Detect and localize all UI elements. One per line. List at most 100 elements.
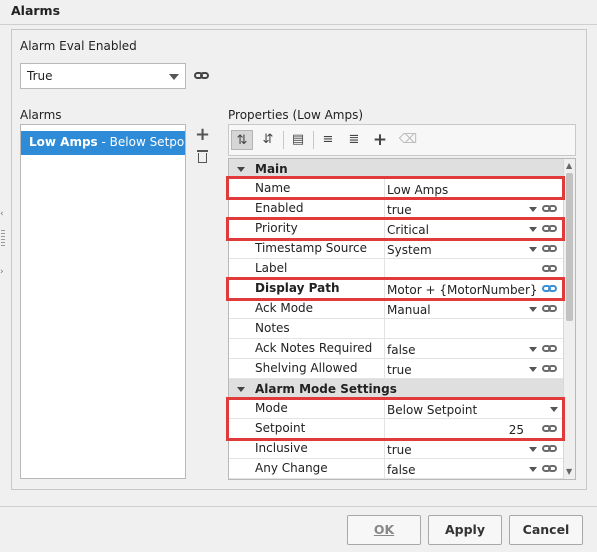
- dialog-title: Alarms: [11, 3, 61, 18]
- prop-label: Label: [255, 261, 288, 275]
- prop-label: Mode: [255, 401, 288, 415]
- prop-value: true: [387, 363, 412, 377]
- chevron-right-icon[interactable]: ›: [0, 268, 4, 277]
- title-divider: [0, 24, 597, 25]
- left-collapse-handle[interactable]: ‹ ›: [0, 200, 8, 280]
- link-binding-icon[interactable]: [542, 204, 558, 214]
- grip-icon[interactable]: [1, 230, 5, 246]
- prop-row-enabled[interactable]: Enabled true: [229, 199, 564, 219]
- chevron-down-icon[interactable]: [529, 247, 537, 252]
- prop-label: Display Path: [255, 281, 340, 295]
- prop-row-label[interactable]: Label: [229, 259, 564, 279]
- prop-row-inclusive[interactable]: Inclusive true: [229, 439, 564, 459]
- link-binding-icon[interactable]: [542, 424, 558, 434]
- apply-button[interactable]: Apply: [428, 515, 502, 545]
- link-binding-icon[interactable]: [542, 304, 558, 314]
- eval-enabled-label: Alarm Eval Enabled: [20, 39, 137, 53]
- section-title: Main: [255, 162, 288, 176]
- prop-row-shelving-allowed[interactable]: Shelving Allowed true: [229, 359, 564, 379]
- prop-value-cell[interactable]: Motor + {MotorNumber}: [384, 279, 564, 298]
- scroll-up-icon[interactable]: ▲: [566, 162, 572, 170]
- prop-row-setpoint[interactable]: Setpoint 25: [229, 419, 564, 439]
- ok-button[interactable]: OK: [347, 515, 421, 545]
- properties-scrollbar[interactable]: ▲ ▼: [563, 159, 575, 479]
- prop-row-ack-notes-required[interactable]: Ack Notes Required false: [229, 339, 564, 359]
- link-binding-icon[interactable]: [194, 71, 210, 81]
- chevron-down-icon[interactable]: [529, 307, 537, 312]
- prop-label: Setpoint: [255, 421, 306, 435]
- prop-row-notes[interactable]: Notes: [229, 319, 564, 339]
- link-binding-icon[interactable]: [542, 364, 558, 374]
- sort-alphabetical-icon[interactable]: ⇵: [257, 130, 279, 150]
- properties-label: Properties (Low Amps): [228, 108, 364, 122]
- prop-row-any-change[interactable]: Any Change false: [229, 459, 564, 479]
- chevron-down-icon[interactable]: [550, 407, 558, 412]
- prop-label: Enabled: [255, 201, 304, 215]
- prop-value-cell[interactable]: Below Setpoint: [384, 399, 564, 418]
- chevron-down-icon[interactable]: [529, 227, 537, 232]
- prop-row-ack-mode[interactable]: Ack Mode Manual: [229, 299, 564, 319]
- prop-row-name[interactable]: Name Low Amps: [229, 179, 564, 199]
- prop-value-cell[interactable]: false: [384, 459, 564, 478]
- chevron-left-icon[interactable]: ‹: [0, 210, 4, 219]
- link-binding-icon[interactable]: [542, 224, 558, 234]
- eval-enabled-select[interactable]: True: [20, 63, 186, 89]
- link-binding-icon[interactable]: [542, 264, 558, 274]
- link-binding-icon[interactable]: [542, 444, 558, 454]
- prop-value-cell[interactable]: Low Amps: [384, 179, 564, 198]
- prop-value-cell[interactable]: true: [384, 359, 564, 378]
- alarm-list[interactable]: Low Amps - Below Setpoint,: [20, 124, 186, 479]
- prop-value-cell[interactable]: false: [384, 339, 564, 358]
- link-binding-icon[interactable]: [542, 344, 558, 354]
- link-binding-icon[interactable]: [542, 284, 558, 294]
- alarm-item-name: Low Amps: [29, 135, 98, 149]
- cancel-button[interactable]: Cancel: [509, 515, 583, 545]
- prop-row-timestamp-source[interactable]: Timestamp Source System: [229, 239, 564, 259]
- sort-categorized-icon[interactable]: ⇅: [231, 130, 253, 150]
- prop-label: Notes: [255, 321, 290, 335]
- chevron-down-icon[interactable]: [529, 347, 537, 352]
- description-toggle-icon[interactable]: ▤: [287, 130, 309, 150]
- prop-value: Below Setpoint: [387, 403, 478, 417]
- prop-value-cell[interactable]: [384, 259, 564, 278]
- prop-value-cell[interactable]: System: [384, 239, 564, 258]
- properties-toolbar: ⇅ ⇵ ▤ ≡ ≣ + ⌫: [228, 124, 576, 156]
- prop-value-cell[interactable]: true: [384, 199, 564, 218]
- add-property-icon[interactable]: +: [369, 130, 391, 150]
- collapse-all-icon[interactable]: ≣: [343, 130, 365, 150]
- prop-value-cell[interactable]: 25: [384, 419, 564, 438]
- link-binding-icon[interactable]: [542, 464, 558, 474]
- prop-value-cell[interactable]: Manual: [384, 299, 564, 318]
- alarm-item-desc: - Below Setpoint,: [101, 135, 186, 149]
- prop-row-display-path[interactable]: Display Path Motor + {MotorNumber}: [229, 279, 564, 299]
- chevron-down-icon[interactable]: [529, 367, 537, 372]
- prop-label: Ack Mode: [255, 301, 314, 315]
- chevron-down-icon[interactable]: [529, 447, 537, 452]
- section-title: Alarm Mode Settings: [255, 382, 397, 396]
- prop-row-priority[interactable]: Priority Critical: [229, 219, 564, 239]
- delete-property-icon[interactable]: ⌫: [397, 130, 419, 150]
- prop-label: Priority: [255, 221, 298, 235]
- scrollbar-thumb[interactable]: [566, 173, 573, 321]
- expand-all-icon[interactable]: ≡: [317, 130, 339, 150]
- prop-value-cell[interactable]: true: [384, 439, 564, 458]
- section-main[interactable]: Main: [229, 159, 564, 179]
- chevron-down-icon[interactable]: [529, 207, 537, 212]
- delete-alarm-button[interactable]: [197, 150, 208, 164]
- link-binding-icon[interactable]: [542, 244, 558, 254]
- prop-label: Ack Notes Required: [255, 341, 373, 355]
- prop-value: Critical: [387, 223, 429, 237]
- collapse-arrow-icon[interactable]: [237, 167, 245, 172]
- collapse-arrow-icon[interactable]: [237, 387, 245, 392]
- prop-row-mode[interactable]: Mode Below Setpoint: [229, 399, 564, 419]
- prop-label: Any Change: [255, 461, 328, 475]
- prop-value: true: [387, 443, 412, 457]
- section-alarm-mode-settings[interactable]: Alarm Mode Settings: [229, 379, 564, 399]
- alarm-list-item[interactable]: Low Amps - Below Setpoint,: [21, 131, 186, 155]
- prop-value-cell[interactable]: Critical: [384, 219, 564, 238]
- scroll-down-icon[interactable]: ▼: [566, 468, 572, 476]
- prop-value-cell[interactable]: [384, 319, 564, 338]
- add-alarm-button[interactable]: +: [195, 124, 210, 145]
- chevron-down-icon[interactable]: [529, 467, 537, 472]
- trash-icon: [197, 150, 208, 152]
